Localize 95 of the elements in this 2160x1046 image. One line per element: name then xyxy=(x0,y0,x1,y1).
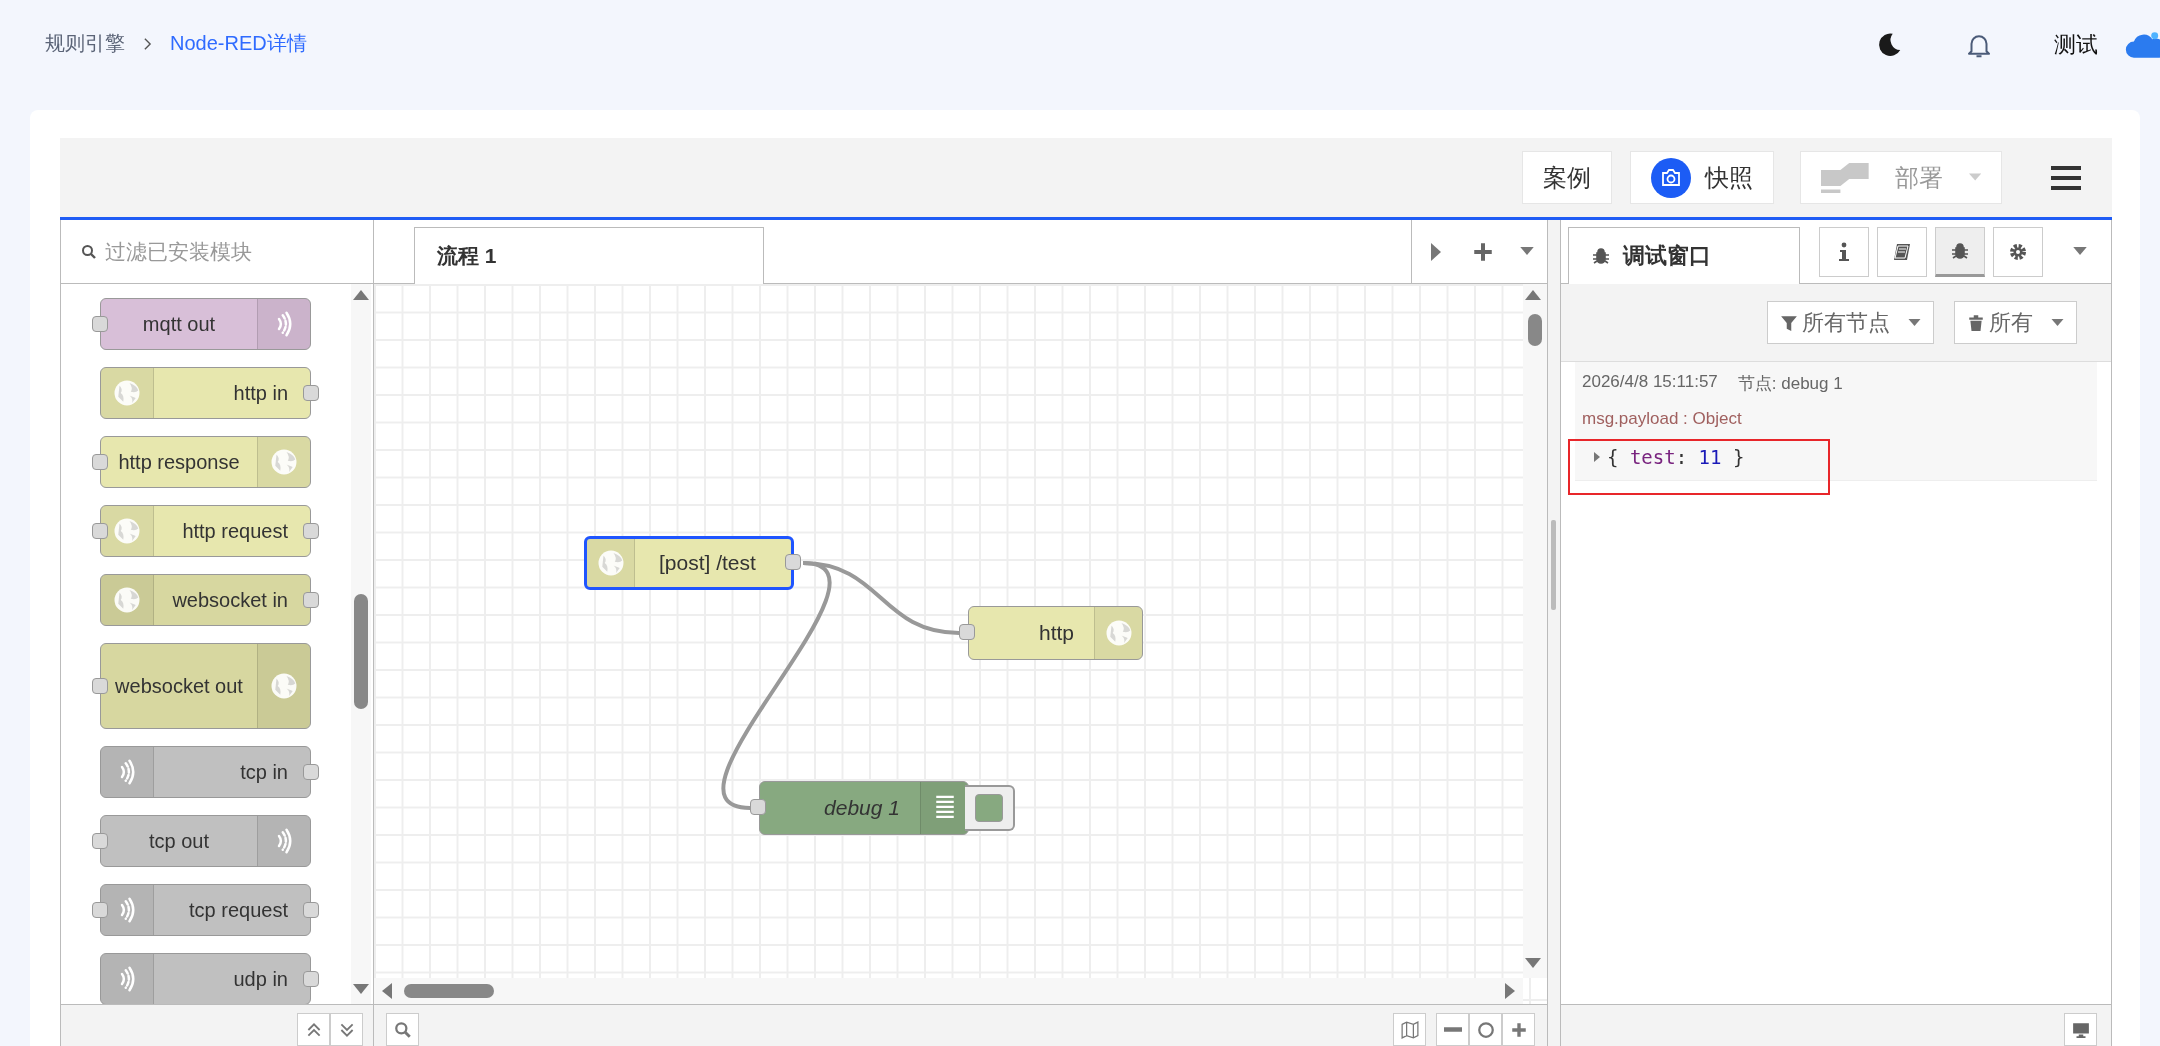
palette-node[interactable]: mqtt out xyxy=(100,298,311,350)
filter-icon xyxy=(1780,313,1798,332)
scroll-down-icon[interactable] xyxy=(353,984,369,996)
book-icon xyxy=(1892,241,1912,262)
map-icon xyxy=(1400,1020,1419,1039)
splitter-handle[interactable] xyxy=(1551,520,1556,610)
message-time: 2026/4/8 15:11:57 xyxy=(1582,372,1718,393)
zoom-out-button[interactable] xyxy=(1436,1013,1469,1046)
collapse-all-button[interactable] xyxy=(297,1013,330,1046)
caret-down-icon xyxy=(2051,318,2064,327)
circle-icon xyxy=(1476,1020,1495,1039)
search-icon xyxy=(393,1020,412,1039)
message-source-label: 节点: debug 1 xyxy=(1737,373,1843,395)
palette-node[interactable]: tcp in xyxy=(100,746,311,798)
help-tab-button[interactable] xyxy=(1877,226,1927,277)
flow-tab[interactable]: 流程 1 xyxy=(414,227,764,284)
config-tab-button[interactable] xyxy=(1993,226,2043,277)
gear-icon xyxy=(2008,241,2028,262)
port-handle[interactable] xyxy=(303,592,319,608)
camera-icon xyxy=(1651,157,1691,198)
port-handle[interactable] xyxy=(92,316,108,332)
flow-node[interactable]: http xyxy=(968,606,1143,660)
palette-node[interactable]: udp in xyxy=(100,953,311,1004)
port-handle[interactable] xyxy=(303,764,319,780)
port-handle[interactable] xyxy=(92,454,108,470)
trash-icon xyxy=(1967,313,1985,332)
bug-icon xyxy=(1591,246,1611,266)
plus-icon xyxy=(1509,1020,1528,1039)
globe-icon xyxy=(112,585,142,615)
port-handle[interactable] xyxy=(750,799,766,815)
palette-node[interactable]: http response xyxy=(100,436,311,488)
menu-icon[interactable] xyxy=(2050,165,2082,190)
palette-node[interactable]: tcp out xyxy=(100,815,311,867)
search-icon xyxy=(81,243,97,260)
caret-down-icon xyxy=(1968,173,1981,182)
snapshot-button[interactable]: 快照 xyxy=(1630,151,1774,204)
globe-icon xyxy=(269,671,299,701)
chevron-right-icon xyxy=(143,36,152,51)
scroll-down-icon[interactable] xyxy=(1525,958,1541,970)
payload-value: { test: 11 } xyxy=(1607,446,1745,468)
caret-down-icon[interactable] xyxy=(2073,247,2087,256)
port-handle[interactable] xyxy=(303,523,319,539)
port-handle[interactable] xyxy=(92,523,108,539)
filter-field[interactable]: 过滤已安装模块 xyxy=(105,231,345,272)
port-handle[interactable] xyxy=(785,554,801,570)
caret-right-icon[interactable] xyxy=(1593,451,1601,463)
map-button[interactable] xyxy=(1393,1013,1426,1046)
globe-icon xyxy=(269,447,299,477)
palette-node[interactable]: websocket out xyxy=(100,643,311,729)
user-name[interactable]: 测试 xyxy=(2054,30,2098,60)
monitor-button[interactable] xyxy=(2064,1013,2097,1046)
message-topic: msg.payload : Object xyxy=(1581,409,1743,429)
expand-all-button[interactable] xyxy=(330,1013,363,1046)
flow-node[interactable]: debug 1 xyxy=(759,781,969,835)
scroll-up-icon[interactable] xyxy=(1525,288,1541,300)
zoom-in-button[interactable] xyxy=(1502,1013,1535,1046)
palette-node[interactable]: http in xyxy=(100,367,311,419)
scrollbar-thumb[interactable] xyxy=(354,594,368,709)
scrollbar-thumb[interactable] xyxy=(404,984,494,998)
debug-tab-button[interactable] xyxy=(1935,226,1985,277)
caret-down-icon[interactable] xyxy=(1519,247,1534,256)
breadcrumb-link[interactable]: 规则引擎 xyxy=(45,30,125,57)
breadcrumb-link[interactable]: Node-RED详情 xyxy=(170,30,307,57)
plus-icon[interactable] xyxy=(1472,241,1493,262)
port-handle[interactable] xyxy=(92,902,108,918)
scroll-left-icon[interactable] xyxy=(380,983,392,999)
debug-toggle[interactable] xyxy=(965,785,1015,831)
scroll-up-icon[interactable] xyxy=(353,288,369,300)
palette-node[interactable]: http request xyxy=(100,505,311,557)
globe-icon xyxy=(112,516,142,546)
flow-node[interactable]: [post] /test xyxy=(584,536,794,590)
zoom-reset-button[interactable] xyxy=(1469,1013,1502,1046)
port-handle[interactable] xyxy=(92,678,108,694)
scroll-right-icon[interactable] xyxy=(1505,983,1517,999)
minus-icon xyxy=(1443,1027,1462,1032)
caret-down-icon xyxy=(1908,318,1921,327)
node-filter-dropdown[interactable]: 所有节点 xyxy=(1767,301,1934,344)
deploy-icon xyxy=(1821,160,1869,195)
examples-button[interactable]: 案例 xyxy=(1522,151,1612,204)
port-handle[interactable] xyxy=(303,385,319,401)
port-handle[interactable] xyxy=(92,833,108,849)
clear-dropdown[interactable]: 所有 xyxy=(1954,301,2077,344)
port-handle[interactable] xyxy=(303,902,319,918)
bug-icon xyxy=(1950,240,1970,261)
globe-icon xyxy=(112,378,142,408)
port-handle[interactable] xyxy=(303,971,319,987)
palette-node[interactable]: tcp request xyxy=(100,884,311,936)
palette-node[interactable]: websocket in xyxy=(100,574,311,626)
port-handle[interactable] xyxy=(959,624,975,640)
debug-tab[interactable]: 调试窗口 xyxy=(1568,227,1800,284)
scrollbar-thumb[interactable] xyxy=(1528,314,1542,346)
search-button[interactable] xyxy=(386,1013,419,1046)
info-tab-button[interactable] xyxy=(1819,226,1869,277)
cloud-logo-icon xyxy=(2124,30,2160,60)
monitor-icon xyxy=(2071,1020,2090,1039)
